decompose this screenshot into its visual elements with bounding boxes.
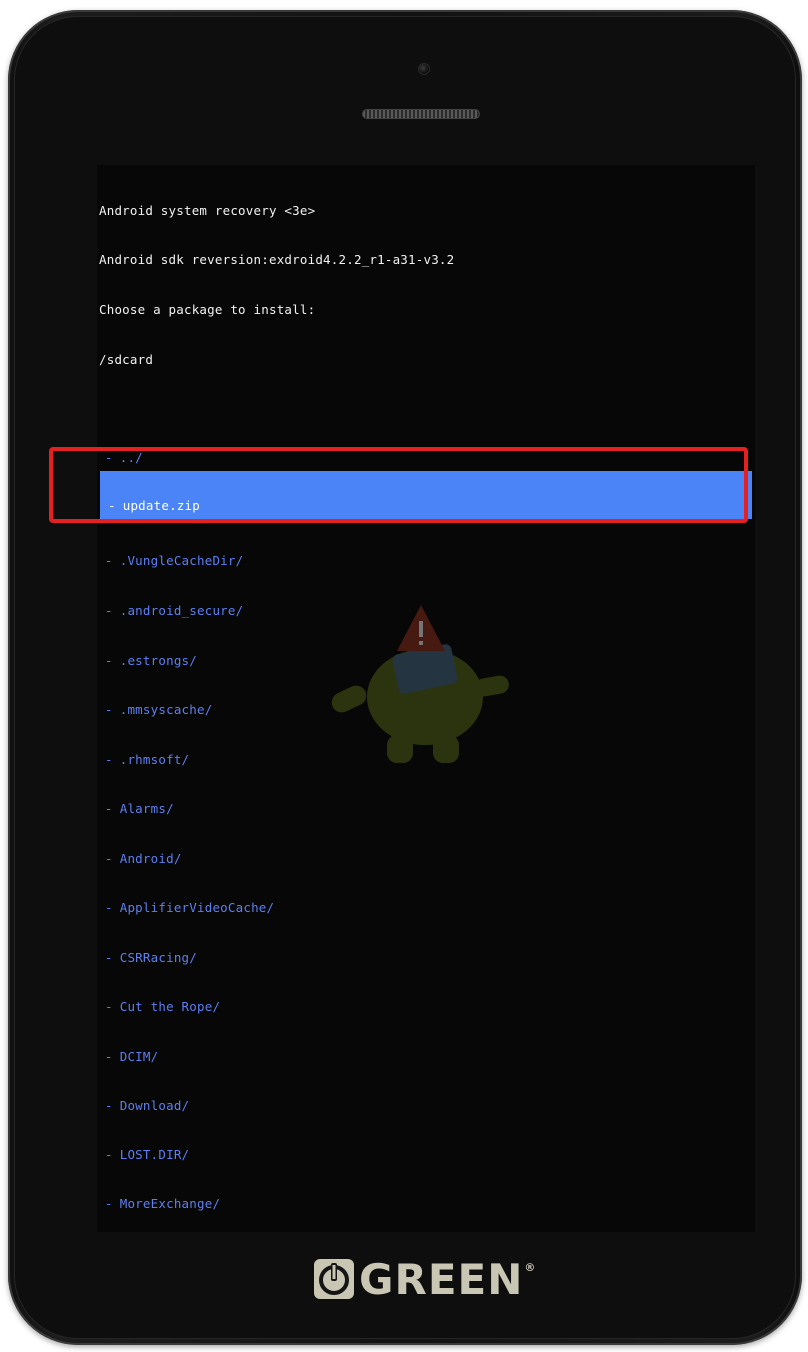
recovery-screen: Android system recovery <3e> Android sdk… [97, 165, 755, 1232]
brand-logo: GREEN ® [313, 1254, 537, 1304]
file-item-label: LOST.DIR/ [119, 1147, 190, 1162]
file-item[interactable]: - .VungleCacheDir/ [97, 548, 755, 574]
file-item-label: DCIM/ [119, 1049, 159, 1064]
file-item-label: .rhmsoft/ [119, 752, 190, 767]
file-item[interactable]: - Alarms/ [97, 796, 755, 822]
install-prompt: Choose a package to install: [99, 302, 316, 317]
file-item-label: .android_secure/ [119, 603, 244, 618]
earpiece-speaker [362, 109, 480, 119]
tablet-device: Android system recovery <3e> Android sdk… [8, 10, 802, 1345]
tablet-bezel: Android system recovery <3e> Android sdk… [14, 16, 796, 1339]
brand-name: GREEN [359, 1254, 524, 1304]
file-item-label: ApplifierVideoCache/ [119, 900, 275, 915]
current-path: /sdcard [99, 352, 154, 367]
file-item[interactable]: - .android_secure/ [97, 598, 755, 624]
file-item[interactable]: - .mmsyscache/ [97, 697, 755, 723]
file-item[interactable]: - Cut the Rope/ [97, 994, 755, 1020]
file-item-label: Android/ [119, 851, 182, 866]
file-item[interactable]: - .estrongs/ [97, 648, 755, 674]
file-item[interactable]: - .rhmsoft/ [97, 747, 755, 773]
file-item-label: CSRRacing/ [119, 950, 197, 965]
front-camera [418, 63, 430, 75]
file-item-label: .mmsyscache/ [119, 702, 213, 717]
file-item[interactable]: - ApplifierVideoCache/ [97, 895, 755, 921]
file-item-label: .VungleCacheDir/ [119, 553, 244, 568]
file-item-label: update.zip [122, 498, 200, 513]
file-item-label: Alarms/ [119, 801, 174, 816]
sdk-version-text: Android sdk reversion:exdroid4.2.2_r1-a3… [99, 252, 455, 267]
file-item[interactable]: - MoreExchange/ [97, 1191, 755, 1217]
file-item-label: MoreExchange/ [119, 1196, 221, 1211]
green-power-logo-icon [314, 1259, 354, 1299]
file-item-update-zip[interactable]: - update.zip [100, 471, 752, 519]
file-item-parent[interactable]: - ../ [97, 445, 755, 471]
file-item-label: ../ [119, 450, 143, 465]
file-item-label: Download/ [119, 1098, 190, 1113]
file-item-label: .estrongs/ [119, 653, 197, 668]
registered-mark: ® [524, 1261, 537, 1274]
file-item-label: Cut the Rope/ [119, 999, 221, 1014]
recovery-title: Android system recovery <3e> [99, 203, 316, 218]
file-item[interactable]: - Download/ [97, 1093, 755, 1119]
file-item[interactable]: - DCIM/ [97, 1044, 755, 1070]
file-item[interactable]: - LOST.DIR/ [97, 1142, 755, 1168]
file-item[interactable]: - Android/ [97, 846, 755, 872]
file-item[interactable]: - CSRRacing/ [97, 945, 755, 971]
